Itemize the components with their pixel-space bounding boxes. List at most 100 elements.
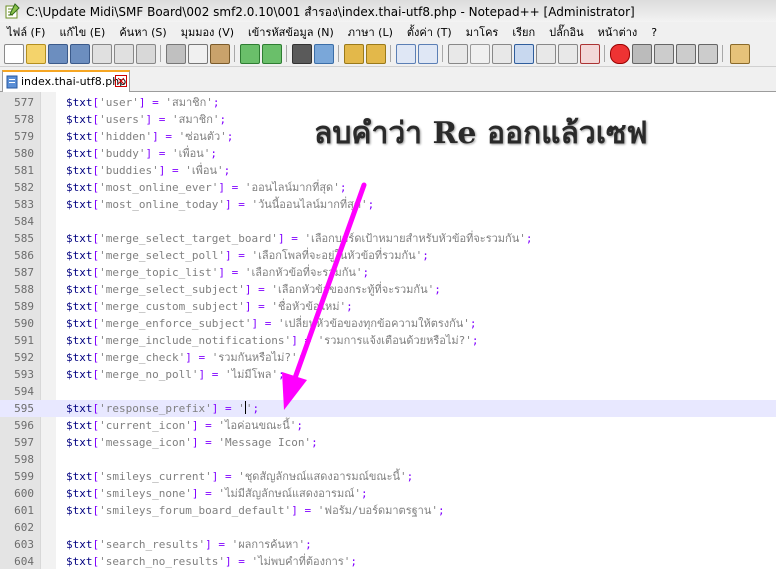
show-all-chars-icon[interactable] [470, 44, 490, 64]
menu-encoding[interactable]: เข้ารหัสข้อมูล (N) [241, 23, 341, 41]
code-line[interactable]: 590 $txt['merge_enforce_subject'] = 'เปลี… [0, 315, 776, 332]
cut-icon[interactable] [166, 44, 186, 64]
open-file-icon[interactable] [26, 44, 46, 64]
code-line[interactable]: 595 $txt['response_prefix'] = ''; [0, 400, 776, 417]
word-wrap-icon[interactable] [448, 44, 468, 64]
new-file-icon[interactable] [4, 44, 24, 64]
menu-edit[interactable]: แก้ไข (E) [52, 23, 112, 41]
menu-file[interactable]: ไฟล์ (F) [0, 23, 52, 41]
copy-icon[interactable] [188, 44, 208, 64]
replace-icon[interactable] [314, 44, 334, 64]
code-line[interactable]: 599 $txt['smileys_current'] = 'ชุดสัญลักษ… [0, 468, 776, 485]
redo-icon[interactable] [262, 44, 282, 64]
record-macro-icon[interactable] [610, 44, 630, 64]
close-file-icon[interactable] [92, 44, 112, 64]
zoom-in-icon[interactable] [344, 44, 364, 64]
find-icon[interactable] [292, 44, 312, 64]
play-macro-icon[interactable] [654, 44, 674, 64]
operator-token: ; [252, 402, 260, 415]
operator-token: ; [212, 96, 220, 109]
line-number: 583 [14, 198, 34, 211]
code-line[interactable]: 583 $txt['most_online_today'] = 'วันนี้ออ… [0, 196, 776, 213]
code-line[interactable]: 592 $txt['merge_check'] = 'รวมกันหรือไม่?… [0, 349, 776, 366]
code-line[interactable]: 602 [0, 519, 776, 536]
menu-window[interactable]: หน้าต่าง [591, 23, 645, 41]
variable-token: $txt [66, 436, 93, 449]
folder-workspace-icon[interactable] [580, 44, 600, 64]
code-line[interactable]: 600 $txt['smileys_none'] = 'ไม่มีสัญลักษณ… [0, 485, 776, 502]
code-line[interactable]: 604 $txt['search_no_results'] = 'ไม่พบคำท… [0, 553, 776, 569]
run-icon[interactable] [730, 44, 750, 64]
menu-language[interactable]: ภาษา (L) [341, 23, 400, 41]
code-line[interactable]: 594 [0, 383, 776, 400]
window-title: C:\Update Midi\SMF Board\002 smf2.0.10\0… [26, 5, 635, 19]
line-number: 590 [14, 317, 34, 330]
code-line[interactable]: 601 $txt['smileys_forum_board_default'] =… [0, 502, 776, 519]
save-macro-icon[interactable] [698, 44, 718, 64]
value-string: 'รวมกันหรือไม่?' [211, 351, 298, 364]
code-line[interactable]: 586 $txt['merge_select_poll'] = 'เลือกโพล… [0, 247, 776, 264]
variable-token: $txt [66, 470, 93, 483]
save-icon[interactable] [48, 44, 68, 64]
line-number: 593 [14, 368, 34, 381]
close-tab-icon[interactable]: ✕ [115, 75, 127, 87]
variable-token: $txt [66, 368, 93, 381]
line-number: 580 [14, 147, 34, 160]
variable-token: $txt [66, 164, 93, 177]
key-string: 'merge_topic_list' [99, 266, 219, 279]
variable-token: $txt [66, 147, 93, 160]
code-text: $txt['merge_enforce_subject'] = 'เปลี่ยน… [66, 315, 477, 332]
code-line[interactable]: 596 $txt['current_icon'] = 'ไอค่อนขณะนี้'… [0, 417, 776, 434]
menu-plugins[interactable]: ปลั๊กอิน [542, 23, 591, 41]
user-language-icon[interactable] [514, 44, 534, 64]
menu-run[interactable]: เรียก [505, 23, 542, 41]
menu-settings[interactable]: ตั้งค่า (T) [400, 23, 459, 41]
variable-token: $txt [66, 266, 93, 279]
print-icon[interactable] [136, 44, 156, 64]
sync-horizontal-icon[interactable] [418, 44, 438, 64]
code-line[interactable]: 581 $txt['buddies'] = 'เพื่อน'; [0, 162, 776, 179]
tab-index-thai-utf8[interactable]: index.thai-utf8.php ✕ [2, 70, 130, 92]
code-line[interactable]: 591 $txt['merge_include_notifications'] =… [0, 332, 776, 349]
code-line[interactable]: 582 $txt['most_online_ever'] = 'ออนไลน์มา… [0, 179, 776, 196]
save-all-icon[interactable] [70, 44, 90, 64]
paste-icon[interactable] [210, 44, 230, 64]
toolbar-separator [604, 45, 605, 62]
value-string: 'สมาชิก' [165, 96, 213, 109]
code-line[interactable]: 587 $txt['merge_topic_list'] = 'เลือกหัวข… [0, 264, 776, 281]
code-line[interactable]: 589 $txt['merge_custom_subject'] = 'ชื่อห… [0, 298, 776, 315]
code-line[interactable]: 598 [0, 451, 776, 468]
value-string: 'ชุดสัญลักษณ์แสดงอารมณ์ขณะนี้' [238, 470, 407, 483]
menu-view[interactable]: มุมมอง (V) [174, 23, 241, 41]
variable-token: $txt [66, 300, 93, 313]
code-text: $txt['current_icon'] = 'ไอค่อนขณะนี้'; [66, 417, 303, 434]
file-icon [6, 75, 18, 89]
code-line[interactable]: 603 $txt['search_results'] = 'ผลการค้นหา'… [0, 536, 776, 553]
function-list-icon[interactable] [558, 44, 578, 64]
operator-token: ] [145, 113, 153, 126]
code-line[interactable]: 593 $txt['merge_no_poll'] = 'ไม่มีโพล'; [0, 366, 776, 383]
close-all-icon[interactable] [114, 44, 134, 64]
menu-macro[interactable]: มาโคร [459, 23, 506, 41]
code-line[interactable]: 584 [0, 213, 776, 230]
operator-token: ; [223, 164, 231, 177]
doc-map-icon[interactable] [536, 44, 556, 64]
operator-token: = [218, 538, 225, 551]
operator-token: ; [362, 266, 370, 279]
toolbar-separator [160, 45, 161, 62]
stop-macro-icon[interactable] [632, 44, 652, 64]
menu-help[interactable]: ? [644, 26, 664, 39]
operator-token: ] [224, 555, 232, 568]
code-line[interactable]: 588 $txt['merge_select_subject'] = 'เลือก… [0, 281, 776, 298]
sync-vertical-icon[interactable] [396, 44, 416, 64]
run-macro-multiple-icon[interactable] [676, 44, 696, 64]
menu-search[interactable]: ค้นหา (S) [112, 23, 173, 41]
undo-icon[interactable] [240, 44, 260, 64]
code-line[interactable]: 577 $txt['user'] = 'สมาชิก'; [0, 94, 776, 111]
zoom-out-icon[interactable] [366, 44, 386, 64]
code-editor[interactable]: 577 $txt['user'] = 'สมาชิก'; 578 $txt['user… [0, 92, 776, 569]
code-line[interactable]: 597 $txt['message_icon'] = 'Message Icon'… [0, 434, 776, 451]
code-line[interactable]: 585 $txt['merge_select_target_board'] = '… [0, 230, 776, 247]
value-string: 'ซ่อนตัว' [178, 130, 227, 143]
indent-guide-icon[interactable] [492, 44, 512, 64]
